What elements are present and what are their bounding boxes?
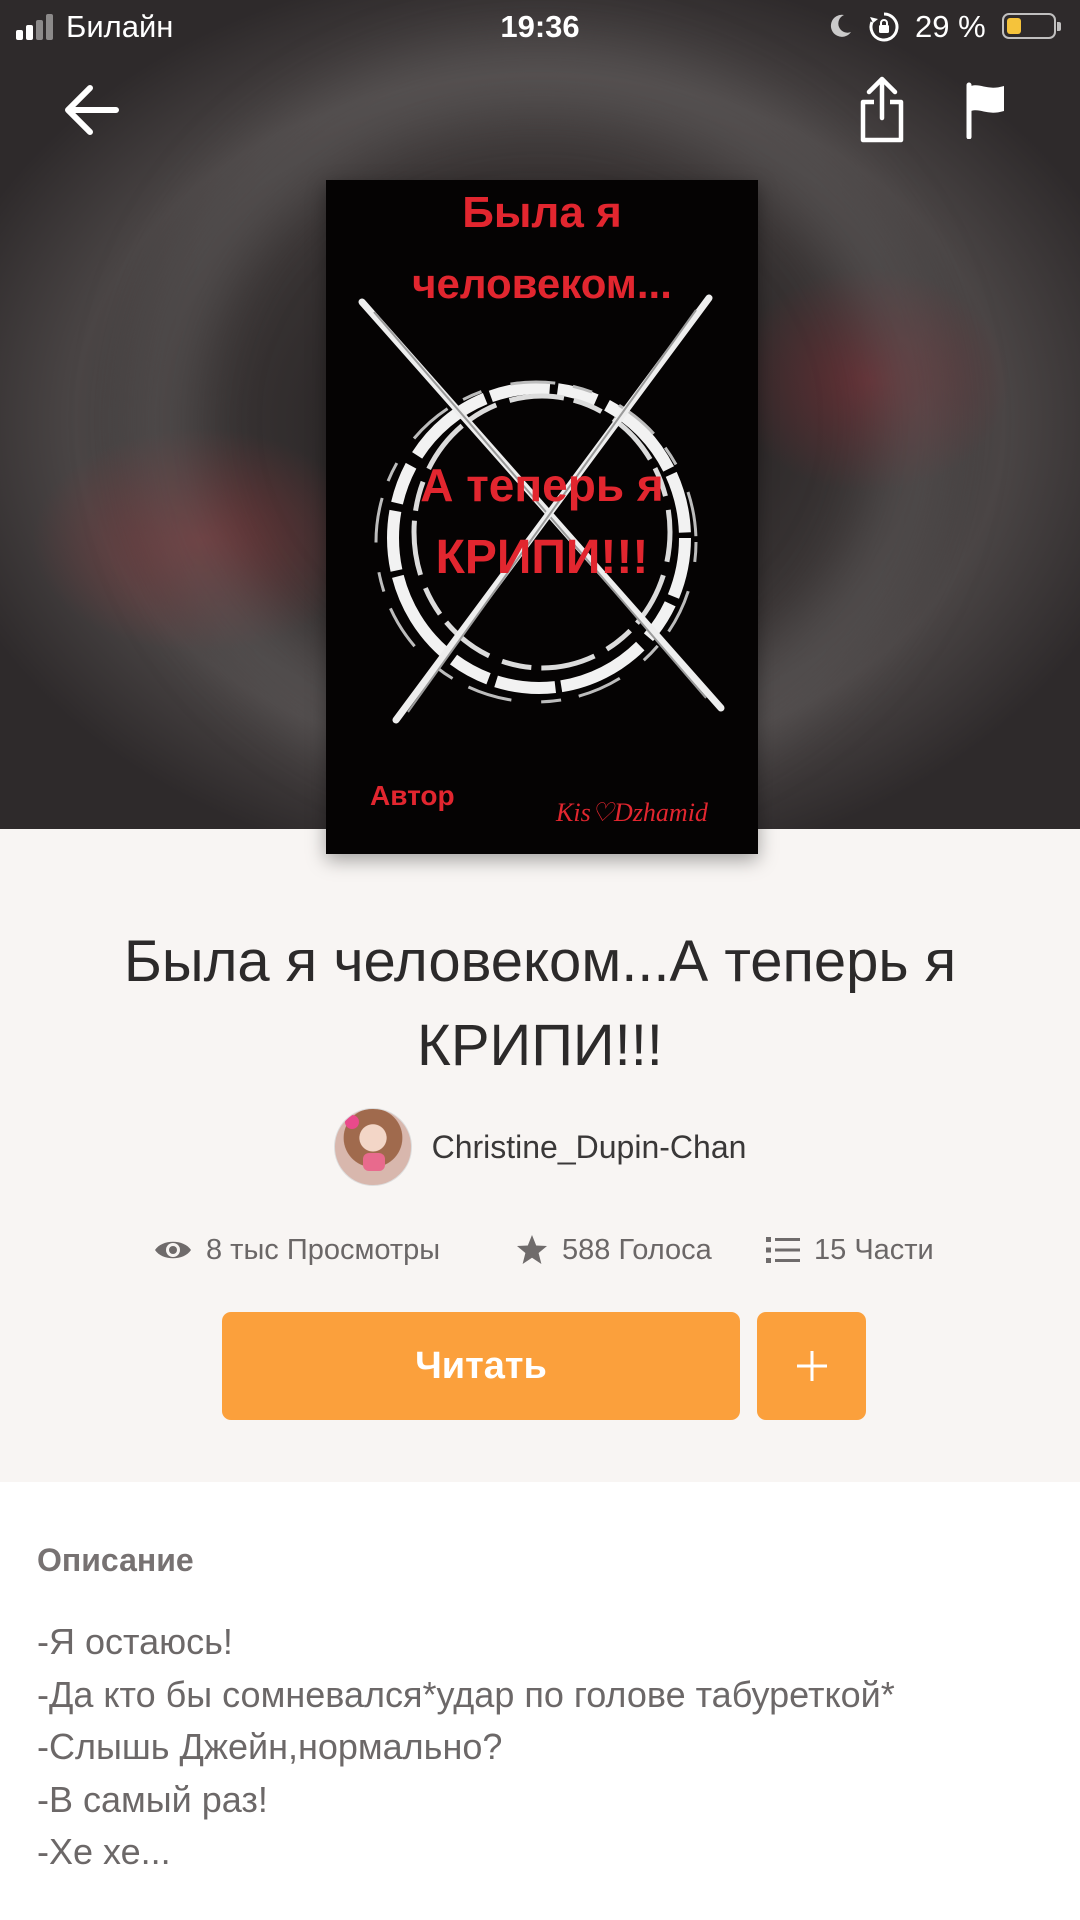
add-to-library-button[interactable] [757,1312,866,1420]
star-icon [517,1235,547,1264]
book-cover[interactable]: Была я человеком... А теперь я КРИПИ!!! … [326,180,758,854]
story-title: Была я человеком...А теперь я КРИПИ!!! [123,929,957,1078]
cover-title-line1: Была я [462,188,622,237]
avatar[interactable] [333,1108,412,1186]
votes-count: 588 Голоса [562,1233,712,1266]
description-line: -Я остаюсь! [37,1621,233,1662]
report-button[interactable] [946,70,1026,150]
description-line: -Да кто бы сомневался*удар по голове таб… [37,1673,895,1715]
cover-title-line4: КРИПИ!!! [435,531,649,584]
read-button[interactable]: Читать [222,1312,740,1420]
back-button[interactable] [52,70,132,150]
flag-icon [966,82,1004,139]
moon-icon [830,14,851,37]
parts-stat: 15 Части [766,1228,934,1272]
arrow-left-icon [65,85,119,135]
description-section: Описание -Я остаюсь! -Да кто бы сомневал… [0,1482,1080,1920]
cover-title-line3: А теперь я [420,459,664,511]
battery-icon [1002,13,1061,39]
description-text: -Я остаюсь! -Да кто бы сомневался*удар п… [37,1616,1067,1879]
story-stats: 8 тыс Просмотры 588 Голоса 15 Части [0,1228,1080,1272]
status-bar: Билайн 19:36 29 % [0,0,1080,54]
votes-stat: 588 Голоса [516,1228,712,1272]
views-count: 8 тыс Просмотры [206,1233,441,1266]
battery-percent: 29 % [915,9,986,44]
author-row[interactable]: Christine_Dupin-Chan [0,1108,1080,1186]
eye-icon [155,1241,191,1259]
share-button[interactable] [842,70,922,150]
plus-icon [796,1351,827,1381]
cover-title-line2: человеком... [412,260,672,307]
list-icon [766,1237,800,1263]
rotation-lock-icon [869,12,899,42]
description-line: -В самый раз! [37,1778,268,1820]
description-line: -Слышь Джейн,нормально? [37,1726,503,1767]
description-line: -Хе хе... [37,1831,171,1872]
description-heading: Описание [37,1542,194,1578]
share-icon [860,76,904,143]
views-stat: 8 тыс Просмотры [154,1228,440,1272]
cover-author-label: Автор [370,780,455,811]
parts-count: 15 Части [814,1233,934,1266]
cover-signature: Kis♡Dzhamid [556,798,708,827]
author-name[interactable]: Christine_Dupin-Chan [432,1129,747,1166]
